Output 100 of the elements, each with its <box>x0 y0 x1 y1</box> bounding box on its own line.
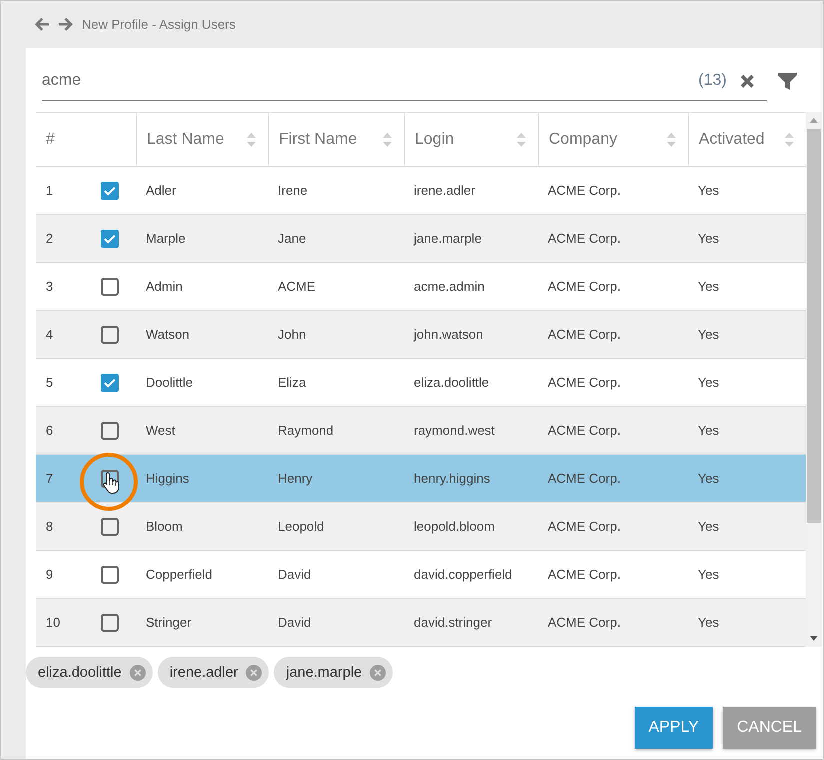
table-cell-text: ACME Corp. <box>547 518 622 536</box>
table-cell-text: Raymond <box>277 422 335 440</box>
table-cell-text: john.watson <box>412 326 484 344</box>
row-number: 2 <box>45 230 54 248</box>
row-number: 10 <box>45 614 62 632</box>
user-chip[interactable]: irene.adler <box>158 657 270 688</box>
page-title: New Profile - Assign Users <box>82 17 236 32</box>
table-cell-text: Irene <box>277 182 309 200</box>
table-cell-text: henry.higgins <box>413 470 492 488</box>
checkbox[interactable] <box>101 182 119 200</box>
table-cell-text: Adler <box>145 182 178 200</box>
row-number: 8 <box>45 518 54 536</box>
table-cell-text: ACME Corp. <box>547 614 622 632</box>
table-cell-text: David <box>277 614 312 632</box>
table-row[interactable]: 2 Marple Jane jane.marple ACME Corp. Yes <box>36 215 806 263</box>
table-cell-text: Admin <box>145 278 184 296</box>
result-count: (13) <box>698 72 727 90</box>
table-cell-text: Yes <box>697 182 720 200</box>
checkbox[interactable] <box>101 422 119 440</box>
table-cell-text: ACME Corp. <box>547 566 622 584</box>
column-header[interactable]: Company <box>538 113 688 166</box>
table-cell-text: ACME Corp. <box>547 374 622 392</box>
user-chip[interactable]: jane.marple <box>274 657 394 688</box>
scrollbar-thumb[interactable] <box>807 129 821 523</box>
row-number: 9 <box>45 566 54 584</box>
table-row[interactable]: 6 West Raymond raymond.west ACME Corp. Yes <box>36 407 806 455</box>
table-cell-text: david.copperfield <box>413 566 514 584</box>
table-cell-text: ACME Corp. <box>547 422 622 440</box>
table-cell-text: Marple <box>145 230 187 248</box>
column-header[interactable]: First Name <box>268 113 404 166</box>
table-cell-text: Jane <box>277 230 308 248</box>
row-number: 4 <box>45 326 54 344</box>
scrollbar[interactable] <box>806 112 822 647</box>
table-cell-text: Yes <box>697 518 720 536</box>
checkbox[interactable] <box>101 374 119 392</box>
table-cell-text: Henry <box>277 470 314 488</box>
row-number: 6 <box>45 422 54 440</box>
table-cell-text: Yes <box>697 326 720 344</box>
table-cell-text: Copperfield <box>145 566 214 584</box>
checkbox[interactable] <box>101 326 119 344</box>
row-number: 1 <box>45 182 54 200</box>
checkbox[interactable] <box>101 230 119 248</box>
table-cell-text: jane.marple <box>412 230 483 248</box>
chip-label: jane.marple <box>286 664 362 680</box>
checkbox[interactable] <box>101 470 119 488</box>
table-cell-text: Leopold <box>277 518 326 536</box>
table-cell-text: Yes <box>697 374 720 392</box>
column-header: # <box>45 130 56 150</box>
scroll-up-icon[interactable] <box>810 118 818 123</box>
search-field[interactable]: acme <box>42 70 693 92</box>
checkbox[interactable] <box>101 614 119 632</box>
table-row[interactable]: 7 Higgins Henry henry.higgins ACME Corp. Yes <box>36 455 806 503</box>
column-header[interactable]: Last Name <box>136 113 268 166</box>
table-row[interactable]: 4 Watson John john.watson ACME Corp. Yes <box>36 311 806 359</box>
back-arrow-icon[interactable] <box>35 18 49 31</box>
chip-label: eliza.doolittle <box>38 664 122 680</box>
table-cell-text: Eliza <box>277 374 308 392</box>
filter-icon[interactable] <box>778 72 797 91</box>
forward-arrow-icon[interactable] <box>59 18 73 31</box>
table-cell-text: ACME Corp. <box>547 182 622 200</box>
user-chip[interactable]: eliza.doolittle <box>26 657 153 688</box>
table-cell-text: Yes <box>697 470 720 488</box>
table-cell-text: ACME Corp. <box>547 278 622 296</box>
table-cell-text: ACME <box>277 278 317 296</box>
checkbox[interactable] <box>101 278 119 296</box>
column-header[interactable]: Login <box>404 113 538 166</box>
table-cell-text: acme.admin <box>413 278 486 296</box>
table-cell-text: david.stringer <box>413 614 494 632</box>
table-cell-text: Bloom <box>145 518 184 536</box>
table-cell-text: Watson <box>145 326 191 344</box>
table-cell-text: ACME Corp. <box>547 326 622 344</box>
table-row[interactable]: 8 Bloom Leopold leopold.bloom ACME Corp. Yes <box>36 503 806 551</box>
table-cell-text: ACME Corp. <box>547 470 622 488</box>
table-cell-text: West <box>145 422 176 440</box>
table-cell-text: Higgins <box>145 470 190 488</box>
table-cell-text: raymond.west <box>413 422 496 440</box>
table-cell-text: Yes <box>697 566 720 584</box>
checkbox[interactable] <box>101 518 119 536</box>
chip-label: irene.adler <box>170 664 238 680</box>
table-cell-text: Yes <box>697 278 720 296</box>
table-cell-text: eliza.doolittle <box>413 374 490 392</box>
checkbox[interactable] <box>101 566 119 584</box>
table-cell-text: Yes <box>697 422 720 440</box>
table-cell-text: irene.adler <box>413 182 476 200</box>
scroll-down-icon[interactable] <box>810 636 818 641</box>
remove-icon[interactable] <box>370 664 386 680</box>
table-cell-text: David <box>277 566 312 584</box>
table-cell-text: ACME Corp. <box>547 230 622 248</box>
row-number: 5 <box>45 374 54 392</box>
table-cell-text: Doolittle <box>145 374 194 392</box>
table-cell-text: Yes <box>697 614 720 632</box>
remove-icon[interactable] <box>130 664 146 680</box>
hand-cursor-icon <box>103 472 119 494</box>
table-cell-text: Yes <box>697 230 720 248</box>
row-number: 7 <box>45 470 54 488</box>
table-row[interactable]: 10 Stringer David david.stringer ACME Corp. Yes <box>36 599 806 647</box>
row-number: 3 <box>45 278 54 296</box>
table-cell-text: Stringer <box>145 614 193 632</box>
remove-icon[interactable] <box>246 664 262 680</box>
table-cell-text: John <box>277 326 308 344</box>
